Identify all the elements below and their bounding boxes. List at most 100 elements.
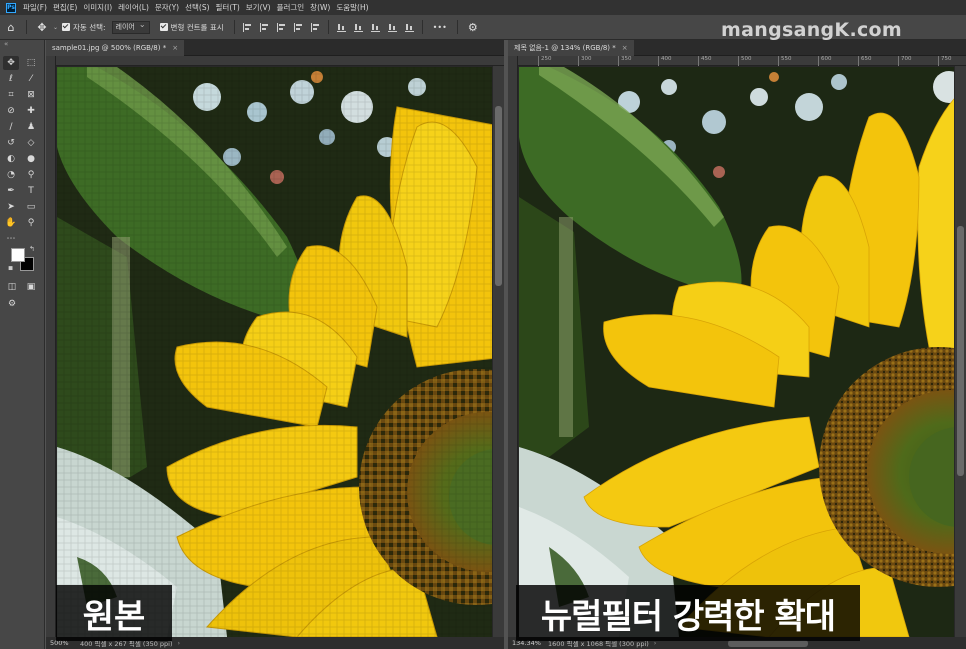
menu-filter[interactable]: 필터(T) xyxy=(213,2,243,13)
vertical-scrollbar[interactable] xyxy=(955,66,966,637)
photoshop-window: Ps 파일(F) 편집(E) 이미지(I) 레이어(L) 문자(Y) 선택(S)… xyxy=(0,0,966,649)
paint-bucket-icon[interactable]: ◐ xyxy=(3,152,19,166)
align-left-icon[interactable] xyxy=(242,22,252,32)
ruler-tick: 350 xyxy=(618,56,632,66)
canvas-image-original[interactable] xyxy=(57,67,492,637)
ruler-tick: 650 xyxy=(858,56,872,66)
ruler-tick: 700 xyxy=(898,56,912,66)
distribute-right-icon[interactable] xyxy=(404,23,414,32)
distribute-bottom-icon[interactable] xyxy=(370,23,380,32)
auto-select-label: 자동 선택: xyxy=(73,22,106,32)
path-select-icon[interactable]: ➤ xyxy=(3,200,19,214)
document-window-upscaled: 제목 없음-1 @ 134% (RGB/8) * × 250 300 350 4… xyxy=(508,40,966,649)
home-icon[interactable]: ⌂ xyxy=(3,19,19,35)
menu-window[interactable]: 창(W) xyxy=(307,2,333,13)
watermark: mangsangK.com xyxy=(721,19,902,41)
lasso-tool-icon[interactable]: ℓ xyxy=(3,72,19,86)
document-tab-title: sample01.jpg @ 500% (RGB/8) * xyxy=(52,44,167,52)
clone-stamp-icon[interactable]: ♟ xyxy=(23,120,39,134)
ruler-tick: 400 xyxy=(658,56,672,66)
default-colors-icon[interactable]: ◾ xyxy=(8,264,13,272)
ruler-tick: 750 xyxy=(938,56,952,66)
close-icon[interactable]: × xyxy=(622,44,628,52)
brush-tool-icon[interactable]: ∕ xyxy=(3,120,19,134)
canvas-image-upscaled[interactable] xyxy=(519,67,954,637)
scroll-thumb[interactable] xyxy=(495,106,502,286)
menu-view[interactable]: 보기(V) xyxy=(243,2,274,13)
history-brush-icon[interactable]: ↺ xyxy=(3,136,19,150)
menu-layer[interactable]: 레이어(L) xyxy=(115,2,152,13)
horizontal-ruler xyxy=(56,56,504,66)
smudge-tool-icon[interactable]: ⚲ xyxy=(23,168,39,182)
auto-select-value: 레이어 xyxy=(115,23,135,31)
menu-file[interactable]: 파일(F) xyxy=(20,2,50,13)
vertical-ruler xyxy=(508,56,518,637)
menu-help[interactable]: 도움말(H) xyxy=(333,2,371,13)
ruler-tick: 600 xyxy=(818,56,832,66)
horizontal-ruler: 250 300 350 400 450 500 550 600 650 700 … xyxy=(518,56,966,66)
blur-tool-icon[interactable]: ● xyxy=(23,152,39,166)
tool-grid: ✥ ⬚ ℓ ⁄ ⌗ ⊠ ⊘ ✚ ∕ ♟ ↺ ◇ ◐ ● ◔ ⚲ ✒ T ➤ ▭ … xyxy=(3,56,43,246)
transform-controls-checkbox[interactable] xyxy=(159,23,168,31)
document-tab[interactable]: 제목 없음-1 @ 134% (RGB/8) * × xyxy=(508,40,634,56)
chevron-right-icon[interactable]: › xyxy=(178,639,181,647)
ruler-tick: 450 xyxy=(698,56,712,66)
auto-select-checkbox[interactable] xyxy=(62,23,71,31)
collapse-panel-icon[interactable]: « xyxy=(4,40,8,48)
scroll-thumb[interactable] xyxy=(957,226,964,476)
horizontal-scroll-thumb[interactable] xyxy=(728,640,808,647)
quick-mask-icon[interactable]: ◫ xyxy=(4,280,20,294)
menu-bar: Ps 파일(F) 편집(E) 이미지(I) 레이어(L) 문자(Y) 선택(S)… xyxy=(0,0,966,15)
type-tool-icon[interactable]: T xyxy=(23,184,39,198)
eraser-icon[interactable]: ◇ xyxy=(23,136,39,150)
marquee-tool-icon[interactable]: ⬚ xyxy=(23,56,39,70)
vertical-scrollbar[interactable] xyxy=(493,66,504,637)
photoshop-logo-icon[interactable]: Ps xyxy=(6,2,16,13)
close-icon[interactable]: × xyxy=(172,44,178,52)
swap-colors-icon[interactable]: ↰ xyxy=(29,245,35,253)
transform-controls-label: 변형 컨트롤 표시 xyxy=(170,22,224,32)
chevron-down-icon[interactable]: ⌄ xyxy=(53,24,58,31)
menu-plugins[interactable]: 플러그인 xyxy=(274,2,308,13)
ruler-tick: 250 xyxy=(538,56,552,66)
distribute-top-icon[interactable] xyxy=(336,23,346,32)
align-middle-icon[interactable] xyxy=(310,22,320,32)
sunflower-photo-upscaled xyxy=(519,67,954,637)
gear-icon[interactable]: ⚙ xyxy=(465,19,481,35)
divider xyxy=(456,20,458,34)
dodge-tool-icon[interactable]: ◔ xyxy=(3,168,19,182)
more-tools-icon[interactable]: ⋯ xyxy=(3,232,19,246)
move-tool-icon[interactable]: ✥ xyxy=(3,56,19,70)
magic-wand-icon[interactable]: ⁄ xyxy=(23,72,39,86)
rectangle-tool-icon[interactable]: ▭ xyxy=(23,200,39,214)
more-options-button[interactable]: ••• xyxy=(433,23,447,32)
distribute-middle-icon[interactable] xyxy=(353,23,363,32)
document-window-original: sample01.jpg @ 500% (RGB/8) * × 500% 400… xyxy=(46,40,504,649)
edit-toolbar-icon[interactable]: ⚙ xyxy=(4,297,20,311)
menu-edit[interactable]: 편집(E) xyxy=(50,2,80,13)
healing-brush-icon[interactable]: ✚ xyxy=(23,104,39,118)
auto-select-dropdown[interactable]: 레이어 xyxy=(111,20,150,34)
divider xyxy=(26,20,27,34)
align-right-icon[interactable] xyxy=(276,22,286,32)
eyedropper-icon[interactable]: ⊘ xyxy=(3,104,19,118)
zoom-tool-icon[interactable]: ⚲ xyxy=(23,216,39,230)
document-tab[interactable]: sample01.jpg @ 500% (RGB/8) * × xyxy=(46,40,185,56)
move-tool-icon[interactable]: ✥ xyxy=(34,19,50,35)
document-tab-title: 제목 없음-1 @ 134% (RGB/8) * xyxy=(514,44,616,52)
align-top-icon[interactable] xyxy=(293,22,303,32)
ruler-tick: 300 xyxy=(578,56,592,66)
menu-type[interactable]: 문자(Y) xyxy=(152,2,182,13)
crop-tool-icon[interactable]: ⌗ xyxy=(3,88,19,102)
menu-image[interactable]: 이미지(I) xyxy=(80,2,115,13)
foreground-color-swatch[interactable] xyxy=(11,248,25,262)
screen-mode-icon[interactable]: ▣ xyxy=(23,280,39,294)
hand-tool-icon[interactable]: ✋ xyxy=(3,216,19,230)
sunflower-photo-pixelated xyxy=(57,67,492,637)
frame-tool-icon[interactable]: ⊠ xyxy=(23,88,39,102)
distribute-left-icon[interactable] xyxy=(387,23,397,32)
menu-select[interactable]: 선택(S) xyxy=(182,2,212,13)
align-center-icon[interactable] xyxy=(259,22,269,32)
pen-tool-icon[interactable]: ✒ xyxy=(3,184,19,198)
divider xyxy=(421,20,423,34)
